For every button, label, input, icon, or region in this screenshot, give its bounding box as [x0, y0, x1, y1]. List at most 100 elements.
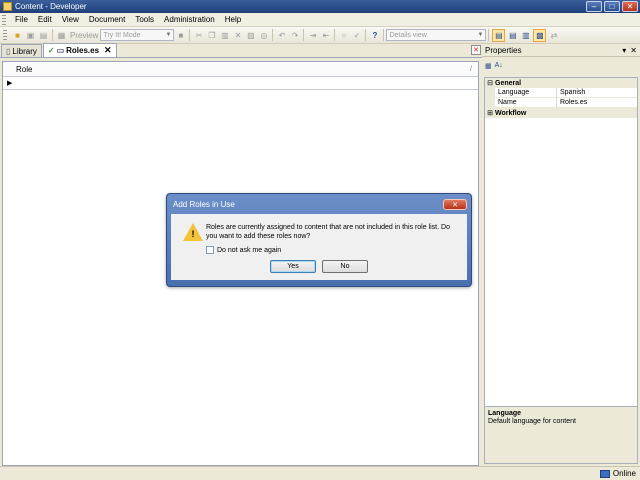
layout-folder-icon[interactable]: ▩: [533, 28, 547, 42]
dialog-close-button[interactable]: ✕: [443, 199, 467, 210]
row-indicator-icon: ▶: [7, 80, 13, 87]
properties-title: Properties: [485, 45, 522, 55]
tab-library-label: Library: [12, 46, 37, 56]
close-button[interactable]: ✕: [622, 1, 638, 12]
pin-icon[interactable]: ▾: [622, 46, 626, 55]
find-icon[interactable]: ◎: [258, 30, 269, 41]
property-name: Name: [495, 98, 557, 108]
grid-new-row[interactable]: ▶: [3, 77, 478, 90]
property-row-language[interactable]: Language Spanish: [485, 88, 637, 98]
layout-single-icon[interactable]: ▤: [492, 28, 506, 42]
toolbar-separator: [303, 29, 305, 41]
connection-status: Online: [612, 469, 636, 478]
dialog-titlebar: Add Roles in Use ✕: [171, 198, 467, 211]
tab-close-icon[interactable]: ✕: [104, 45, 112, 56]
tab-library[interactable]: ▯ Library: [1, 44, 42, 57]
menubar-grip-icon[interactable]: [2, 14, 6, 25]
toolbar-separator: [52, 29, 53, 41]
categorized-icon[interactable]: ▦: [485, 62, 492, 70]
view-combo-value: Details view: [389, 31, 427, 39]
paste-icon[interactable]: ▥: [219, 30, 230, 41]
open-folder-icon[interactable]: ■: [12, 30, 23, 41]
property-row-name[interactable]: Name Roles.es: [485, 98, 637, 108]
tab-roles-es[interactable]: ✓ ▭ Roles.es ✕: [42, 43, 117, 57]
sort-alpha-icon[interactable]: A↓: [495, 62, 503, 69]
menu-help[interactable]: Help: [220, 13, 246, 27]
dialog-body: ! Roles are currently assigned to conten…: [171, 214, 467, 280]
menu-administration[interactable]: Administration: [159, 13, 220, 27]
description-title: Language: [488, 410, 522, 417]
menu-edit[interactable]: Edit: [33, 13, 57, 27]
status-bar: Online: [0, 466, 640, 480]
spellcheck-icon[interactable]: ✓: [351, 30, 362, 41]
toolbar-grip-icon[interactable]: [3, 30, 7, 40]
minimize-button[interactable]: –: [586, 1, 602, 12]
library-icon: ▯: [6, 46, 11, 56]
mode-combo-value: Try It! Mode: [103, 31, 141, 39]
column-resize-icon: /: [470, 65, 472, 73]
toolbar-separator: [488, 29, 490, 41]
add-roles-dialog: Add Roles in Use ✕ ! Roles are currently…: [166, 193, 472, 287]
category-general-label: General: [495, 79, 522, 87]
dialog-title: Add Roles in Use: [173, 200, 235, 209]
category-workflow[interactable]: ⊞ Workflow: [485, 108, 637, 118]
menu-file[interactable]: File: [10, 13, 33, 27]
properties-toolbar: ▦ A↓: [482, 57, 640, 74]
property-description: Language Default language for content: [484, 406, 638, 464]
mode-combo[interactable]: Try It! Mode ▼: [100, 29, 175, 41]
layout-split-horizontal-icon[interactable]: ▤: [507, 30, 518, 41]
help-icon[interactable]: ?: [369, 30, 380, 41]
view-combo[interactable]: Details view ▼: [386, 29, 487, 41]
toolbar-separator: [272, 29, 274, 41]
outdent-icon[interactable]: ⇤: [320, 30, 331, 41]
property-grid[interactable]: ⊟ General Language Spanish Name Roles.es…: [484, 77, 638, 447]
menu-bar: File Edit View Document Tools Administra…: [0, 13, 640, 27]
properties-panel: Properties ▾ ✕ ▦ A↓ ⊟ General Language S…: [482, 44, 640, 466]
dont-ask-checkbox-row[interactable]: Do not ask me again: [206, 246, 281, 254]
dont-ask-label[interactable]: Do not ask me again: [217, 247, 281, 254]
window-title: Content - Developer: [15, 2, 87, 11]
property-value[interactable]: Spanish: [557, 88, 637, 98]
copy-icon[interactable]: ❐: [206, 30, 217, 41]
sync-icon[interactable]: ⇄: [548, 30, 559, 41]
delete-icon[interactable]: ✕: [232, 30, 243, 41]
redo-icon[interactable]: ↷: [289, 30, 300, 41]
chevron-down-icon: ▼: [165, 32, 172, 38]
collapse-icon[interactable]: ⊟: [485, 79, 495, 87]
yes-button[interactable]: Yes: [270, 260, 316, 273]
undo-icon[interactable]: ↶: [276, 30, 287, 41]
save-icon[interactable]: ▣: [25, 30, 36, 41]
app-icon: [3, 2, 12, 11]
preview-button[interactable]: Preview: [68, 31, 100, 40]
dont-ask-checkbox[interactable]: [206, 246, 214, 254]
print-icon[interactable]: ▤: [38, 30, 49, 41]
connection-icon: [599, 469, 610, 478]
expand-icon[interactable]: ⊞: [485, 109, 495, 117]
menu-document[interactable]: Document: [84, 13, 130, 27]
category-general[interactable]: ⊟ General: [485, 78, 637, 88]
binoculars-icon[interactable]: ○: [338, 30, 349, 41]
properties-close-icon[interactable]: ✕: [630, 46, 637, 55]
document-icon: ▭: [56, 46, 65, 55]
document-close-icon[interactable]: ✕: [471, 45, 481, 55]
property-value[interactable]: Roles.es: [557, 98, 637, 108]
menu-view[interactable]: View: [57, 13, 84, 27]
cut-icon[interactable]: ✂: [193, 30, 204, 41]
properties-icon[interactable]: ▨: [245, 30, 256, 41]
no-button[interactable]: No: [322, 260, 368, 273]
grid-column-header-role[interactable]: Role /: [3, 62, 478, 77]
toolbar-separator: [383, 29, 385, 41]
maximize-button[interactable]: □: [604, 1, 620, 12]
column-header-label: Role: [16, 64, 33, 74]
toolbar-separator: [189, 29, 191, 41]
menu-tools[interactable]: Tools: [130, 13, 159, 27]
property-name: Language: [495, 88, 557, 98]
main-toolbar: ■ ▣ ▤ ▦ Preview Try It! Mode ▼ ■ ✂ ❐ ▥ ✕…: [0, 27, 640, 44]
preview-icon[interactable]: ▦: [56, 30, 67, 41]
document-tab-strip: ▯ Library ✓ ▭ Roles.es ✕: [0, 43, 482, 58]
properties-header: Properties ▾ ✕: [482, 44, 640, 57]
layout-split-vertical-icon[interactable]: ▥: [520, 30, 531, 41]
tab-roles-es-label: Roles.es: [66, 46, 100, 55]
indent-icon[interactable]: ⇥: [307, 30, 318, 41]
stop-icon[interactable]: ■: [175, 30, 186, 41]
